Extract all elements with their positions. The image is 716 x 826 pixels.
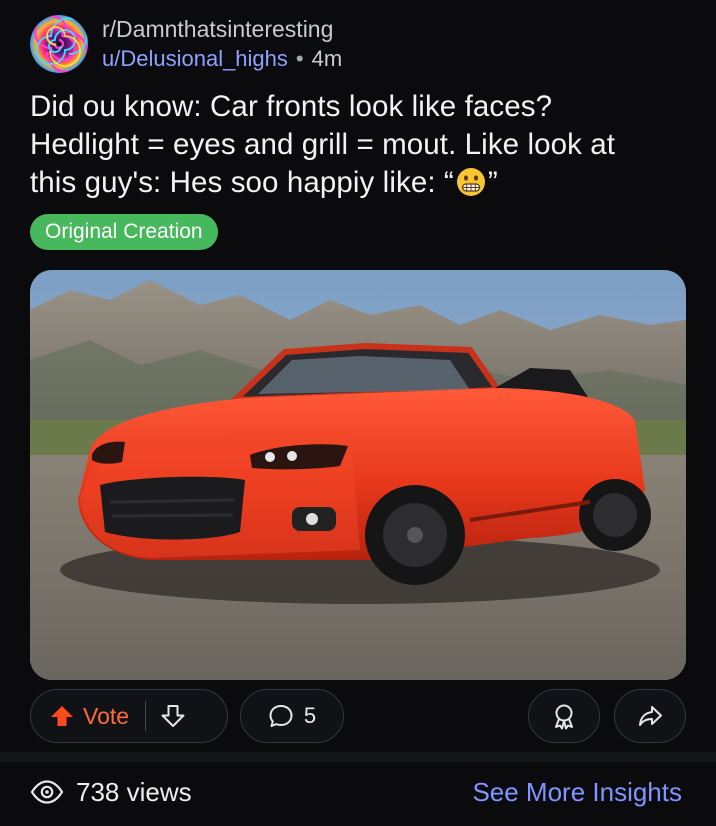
- see-more-insights-link[interactable]: See More Insights: [472, 777, 682, 808]
- post-footer: 738 views See More Insights: [30, 772, 682, 812]
- comment-count: 5: [303, 703, 317, 728]
- post-title[interactable]: Did ou know: Car fronts look like faces?…: [30, 88, 692, 202]
- post-flair[interactable]: Original Creation: [30, 214, 218, 250]
- eye-icon: [30, 780, 64, 804]
- share-button[interactable]: [614, 689, 686, 743]
- comment-bubble-icon: [269, 705, 293, 727]
- view-count: 738 views: [76, 776, 192, 807]
- award-button[interactable]: [528, 689, 600, 743]
- section-divider: [0, 752, 716, 762]
- post-image[interactable]: [30, 270, 686, 680]
- title-line-2: Hedlight = eyes and grill = mout. Like l…: [30, 128, 616, 161]
- post-actions: Vote 5: [30, 689, 686, 745]
- post-meta: r/Damnthatsinteresting u/Delusional_high…: [102, 16, 342, 72]
- grimacing-face-emoji-icon: [456, 168, 485, 196]
- subreddit-avatar[interactable]: [30, 15, 88, 73]
- user-line: u/Delusional_highs • 4m: [102, 46, 342, 72]
- vote-control: Vote: [30, 689, 228, 743]
- meta-separator: •: [295, 46, 304, 71]
- username[interactable]: u/Delusional_highs: [102, 46, 288, 71]
- award-ribbon-icon: [555, 704, 573, 730]
- post-header: r/Damnthatsinteresting u/Delusional_high…: [30, 14, 342, 74]
- title-line-1: Did ou know: Car fronts look like faces?: [30, 90, 553, 123]
- upvote-arrow-icon[interactable]: [49, 703, 75, 729]
- car-photo: [30, 270, 686, 680]
- vote-label[interactable]: Vote: [83, 703, 129, 730]
- comments-button[interactable]: 5: [240, 689, 344, 743]
- title-line-3-suffix: ”: [487, 166, 498, 199]
- post-time: 4m: [311, 46, 343, 71]
- share-arrow-icon: [639, 706, 662, 726]
- downvote-arrow-icon[interactable]: [160, 703, 186, 729]
- vote-divider: [145, 701, 147, 731]
- title-line-3-prefix: this guy's: Hes soo happiy like: “: [30, 166, 454, 199]
- subreddit-name[interactable]: r/Damnthatsinteresting: [102, 16, 342, 42]
- swirl-avatar-icon: [30, 15, 88, 73]
